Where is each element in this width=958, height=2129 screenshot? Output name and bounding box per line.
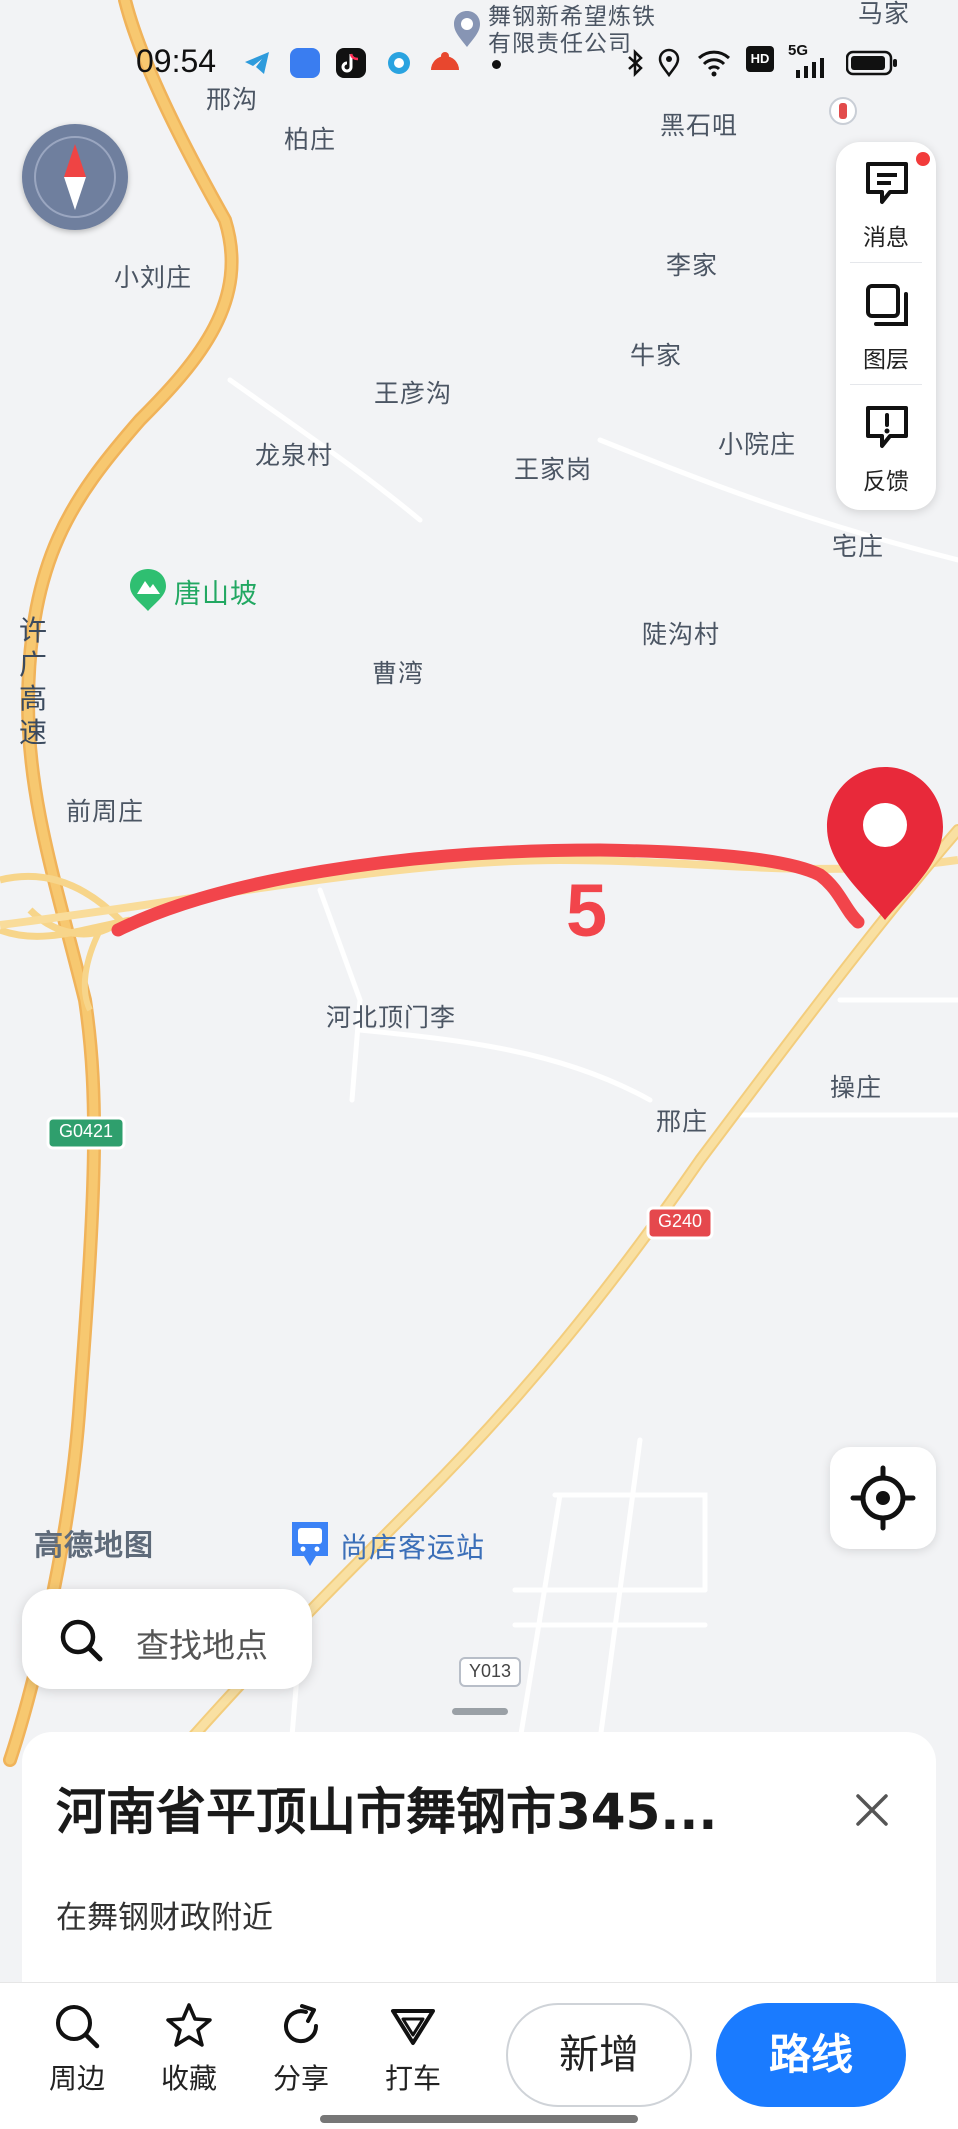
red-app-icon [428, 48, 459, 78]
circle-app-icon [384, 48, 414, 78]
divider [850, 384, 922, 385]
bus-station-label[interactable]: 尚店客运站 [340, 1526, 485, 1566]
place-label[interactable]: 邢庄 [656, 1102, 708, 1138]
star-icon [166, 2003, 212, 2047]
signal-icon [794, 58, 826, 78]
search-placeholder: 查找地点 [136, 1626, 268, 1665]
highway-char: 广 [18, 648, 47, 681]
place-label[interactable]: 马家 [858, 0, 910, 30]
search-icon [60, 1619, 103, 1662]
favorite-button[interactable]: 收藏 [144, 2001, 234, 2097]
road-shield-g0421-label: G0421 [58, 1121, 114, 1141]
place-label[interactable]: 王家岗 [514, 450, 592, 486]
share-label: 分享 [272, 2062, 329, 2095]
close-icon[interactable] [854, 1792, 890, 1828]
road-shield-g240-label: G240 [657, 1211, 703, 1231]
compass-icon [34, 136, 116, 218]
nearby-label: 周边 [48, 2062, 105, 2095]
place-label[interactable]: 河北顶门李 [326, 998, 456, 1034]
bottom-action-bar: 周边 收藏 分享 打车 新增 路线 [0, 1982, 958, 2129]
place-label[interactable]: 柏庄 [284, 120, 336, 156]
place-label[interactable]: 龙泉村 [255, 436, 333, 472]
place-label[interactable]: 小院庄 [718, 425, 796, 461]
taxi-icon [391, 2009, 435, 2045]
hd-badge: HD [746, 46, 774, 72]
place-label[interactable]: 王彦沟 [374, 374, 452, 410]
telegram-icon [242, 48, 272, 78]
status-bar: 09:54 HD 5G [0, 40, 958, 90]
cloud-app-icon [290, 48, 320, 78]
place-detail-sheet: 河南省平顶山市舞钢市345... 在舞钢财政附近 [22, 1732, 936, 1982]
place-label[interactable]: 黑石咀 [660, 106, 738, 142]
status-time: 09:54 [136, 43, 217, 79]
share-icon [284, 2004, 319, 2044]
place-label[interactable]: 小刘庄 [114, 258, 192, 294]
route-button[interactable]: 路线 [716, 2003, 906, 2107]
map-watermark: 高德地图 [34, 1528, 155, 1562]
search-icon [56, 2005, 100, 2049]
road-shield-y013-label: Y013 [468, 1661, 512, 1681]
divider [850, 262, 922, 263]
search-bar[interactable]: 查找地点 [22, 1589, 312, 1689]
sheet-drag-handle[interactable] [452, 1708, 508, 1715]
place-label[interactable]: 宅庄 [832, 527, 884, 563]
traffic-light-icon[interactable] [828, 96, 858, 132]
layers-icon [866, 284, 908, 326]
home-indicator[interactable] [320, 2115, 638, 2123]
battery-icon [845, 50, 898, 76]
map-tools-panel: 消息 图层 反馈 [836, 142, 936, 510]
network-label: 5G [788, 42, 809, 59]
add-button[interactable]: 新增 [506, 2003, 692, 2107]
messages-button[interactable]: 消息 [836, 142, 936, 260]
notification-dot [916, 152, 930, 166]
bus-station-icon[interactable] [288, 1518, 332, 1568]
tiktok-icon [336, 48, 366, 78]
compass-button[interactable] [22, 124, 128, 230]
place-label[interactable]: 陡沟村 [642, 615, 720, 651]
company-label-line1: 舞钢新希望炼铁 [488, 4, 656, 30]
feedback-label: 反馈 [863, 469, 909, 495]
bluetooth-icon [620, 48, 650, 78]
highway-char: 速 [18, 716, 47, 749]
locate-me-button[interactable] [830, 1447, 936, 1549]
place-subtitle: 在舞钢财政附近 [56, 1900, 273, 1936]
layers-button[interactable]: 图层 [836, 264, 936, 382]
layers-label: 图层 [863, 347, 909, 373]
locate-icon [850, 1465, 916, 1531]
share-button[interactable]: 分享 [256, 2001, 346, 2097]
highway-char: 许 [18, 614, 47, 647]
messages-label: 消息 [863, 225, 909, 251]
nearby-button[interactable]: 周边 [32, 2001, 122, 2097]
place-title: 河南省平顶山市舞钢市345... [56, 1783, 718, 1841]
place-label[interactable]: 前周庄 [66, 792, 144, 828]
location-icon [654, 48, 684, 78]
favorite-label: 收藏 [160, 2062, 217, 2095]
place-label[interactable]: 曹湾 [372, 654, 424, 690]
place-label[interactable]: 牛家 [630, 336, 682, 372]
wifi-icon [696, 48, 731, 78]
park-icon[interactable] [128, 568, 168, 612]
taxi-label: 打车 [384, 2062, 441, 2095]
place-label[interactable]: 操庄 [830, 1068, 882, 1104]
feedback-icon [866, 406, 908, 448]
dot-icon [492, 60, 501, 69]
route-number: 5 [566, 869, 608, 952]
taxi-button[interactable]: 打车 [368, 2001, 458, 2097]
message-icon [866, 162, 908, 204]
park-label[interactable]: 唐山坡 [174, 572, 258, 611]
highway-label: 许 广 高 速 [16, 614, 50, 750]
highway-char: 高 [18, 682, 47, 715]
feedback-button[interactable]: 反馈 [836, 386, 936, 504]
place-label[interactable]: 李家 [666, 246, 718, 282]
